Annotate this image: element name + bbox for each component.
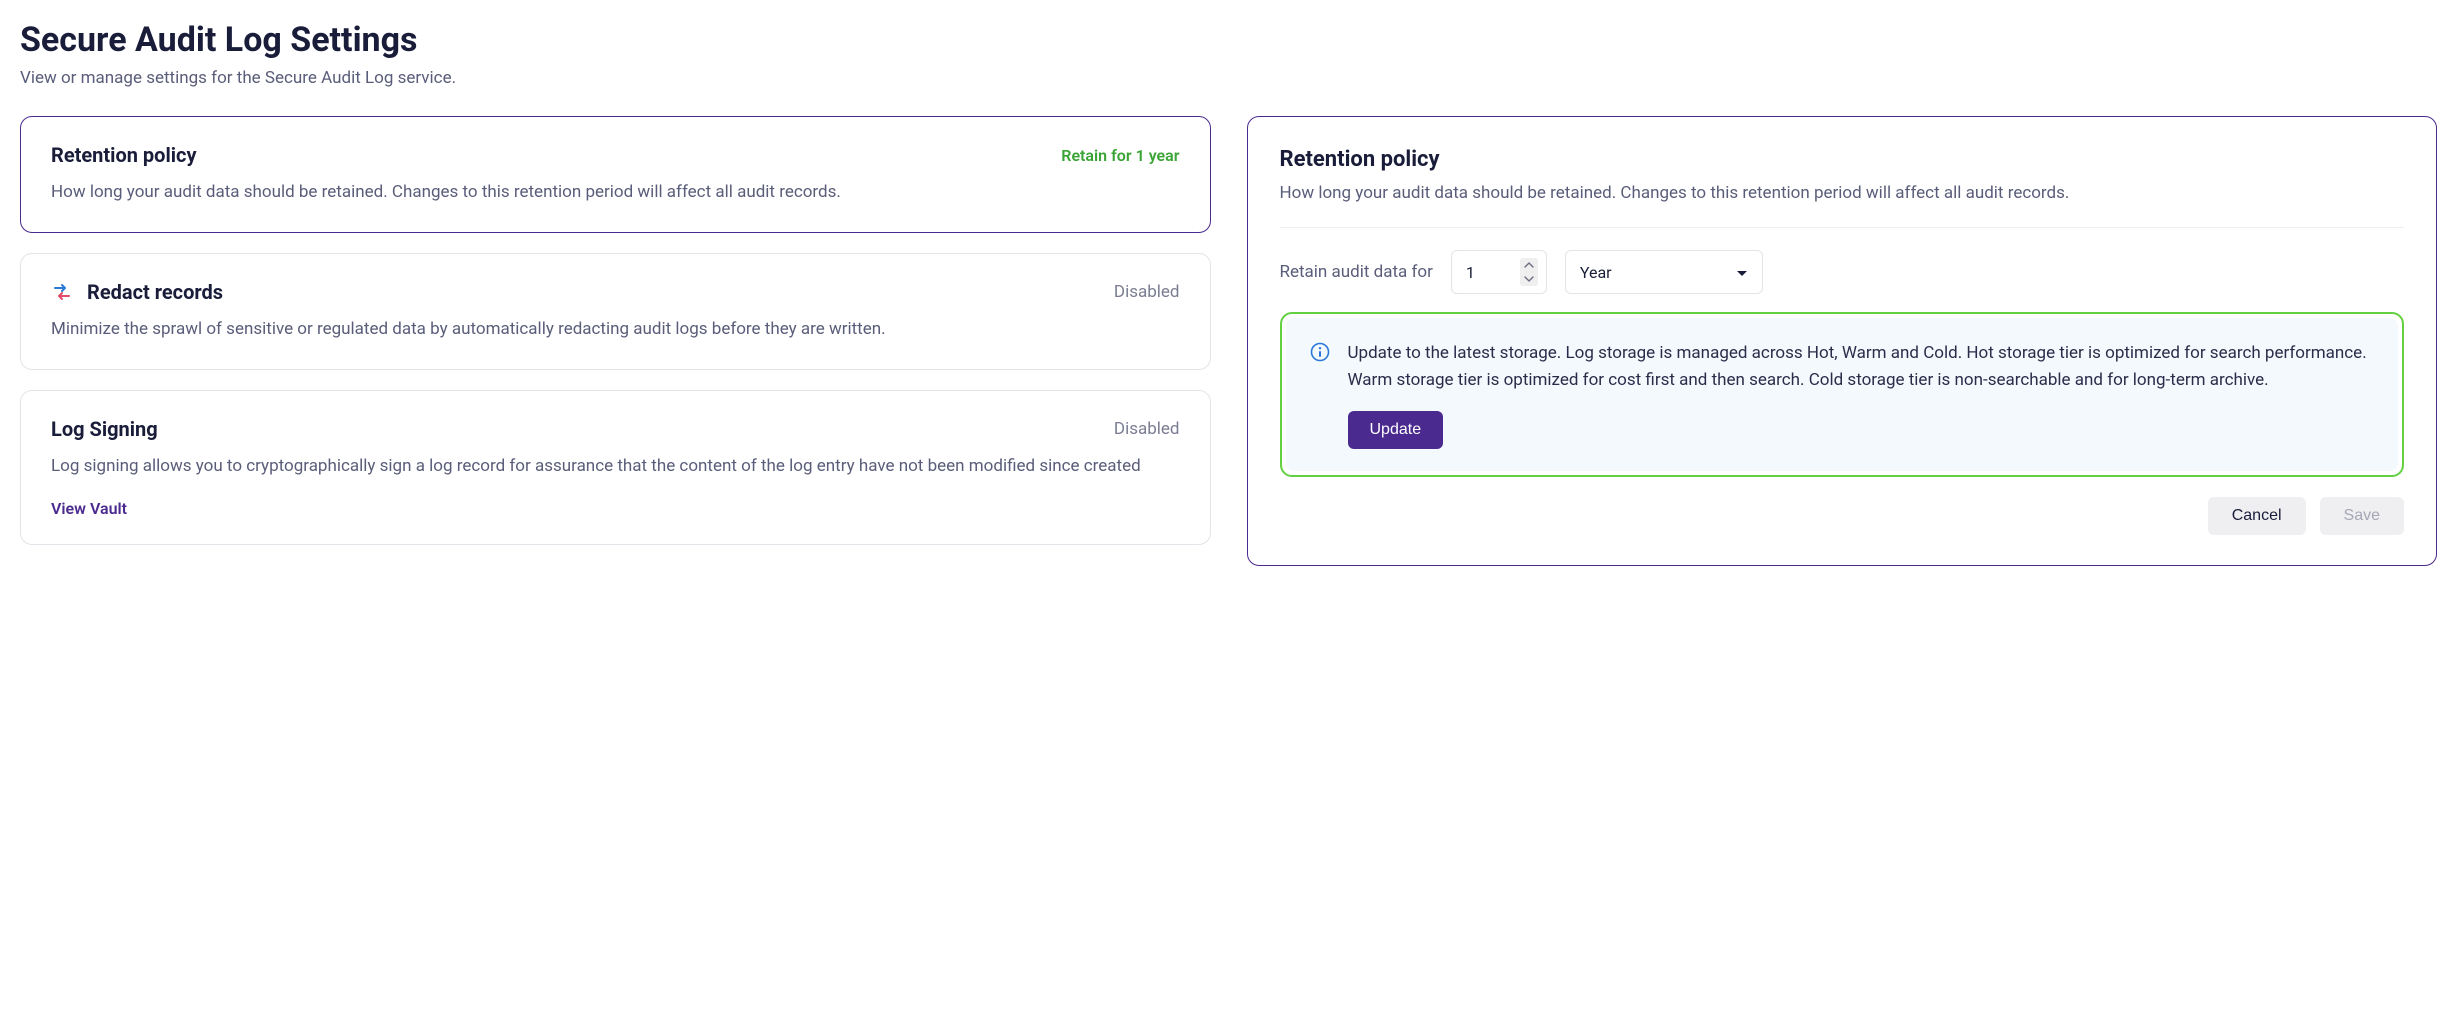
panel-desc: How long your audit data should be retai… — [1280, 180, 2405, 207]
chevron-down-icon — [1736, 263, 1748, 282]
info-icon — [1310, 342, 1330, 362]
retain-label: Retain audit data for — [1280, 262, 1433, 282]
card-retention-policy[interactable]: Retention policy Retain for 1 year How l… — [20, 116, 1211, 233]
card-title: Log Signing — [51, 417, 158, 441]
card-desc: Log signing allows you to cryptographica… — [51, 453, 1180, 480]
retention-value-input[interactable]: 1 — [1451, 250, 1547, 294]
status-badge: Disabled — [1114, 282, 1180, 302]
save-button: Save — [2320, 497, 2404, 535]
divider — [1280, 227, 2405, 228]
card-title: Redact records — [87, 280, 223, 304]
retention-form-row: Retain audit data for 1 Year — [1280, 250, 2405, 294]
footer-actions: Cancel Save — [1280, 497, 2405, 535]
status-badge: Retain for 1 year — [1061, 146, 1179, 165]
update-button[interactable]: Update — [1348, 411, 1444, 449]
panel-title: Retention policy — [1280, 147, 2405, 172]
cancel-button[interactable]: Cancel — [2208, 497, 2306, 535]
card-desc: How long your audit data should be retai… — [51, 179, 1180, 206]
detail-panel: Retention policy How long your audit dat… — [1247, 116, 2438, 566]
card-title: Retention policy — [51, 143, 197, 167]
card-desc: Minimize the sprawl of sensitive or regu… — [51, 316, 1180, 343]
storage-update-notice: Update to the latest storage. Log storag… — [1280, 312, 2405, 476]
stepper-icon[interactable] — [1520, 258, 1538, 286]
retention-value-text: 1 — [1466, 263, 1475, 282]
status-badge: Disabled — [1114, 419, 1180, 439]
view-vault-link[interactable]: View Vault — [51, 499, 127, 518]
retention-unit-select[interactable]: Year — [1565, 250, 1763, 294]
page-subtitle: View or manage settings for the Secure A… — [20, 68, 2437, 88]
card-redact-records[interactable]: Redact records Disabled Minimize the spr… — [20, 253, 1211, 370]
settings-list: Retention policy Retain for 1 year How l… — [20, 116, 1211, 566]
notice-text: Update to the latest storage. Log storag… — [1348, 340, 2375, 394]
page-title: Secure Audit Log Settings — [20, 20, 2437, 60]
card-log-signing[interactable]: Log Signing Disabled Log signing allows … — [20, 390, 1211, 544]
retention-unit-text: Year — [1580, 263, 1612, 282]
swap-arrows-icon — [51, 281, 73, 303]
